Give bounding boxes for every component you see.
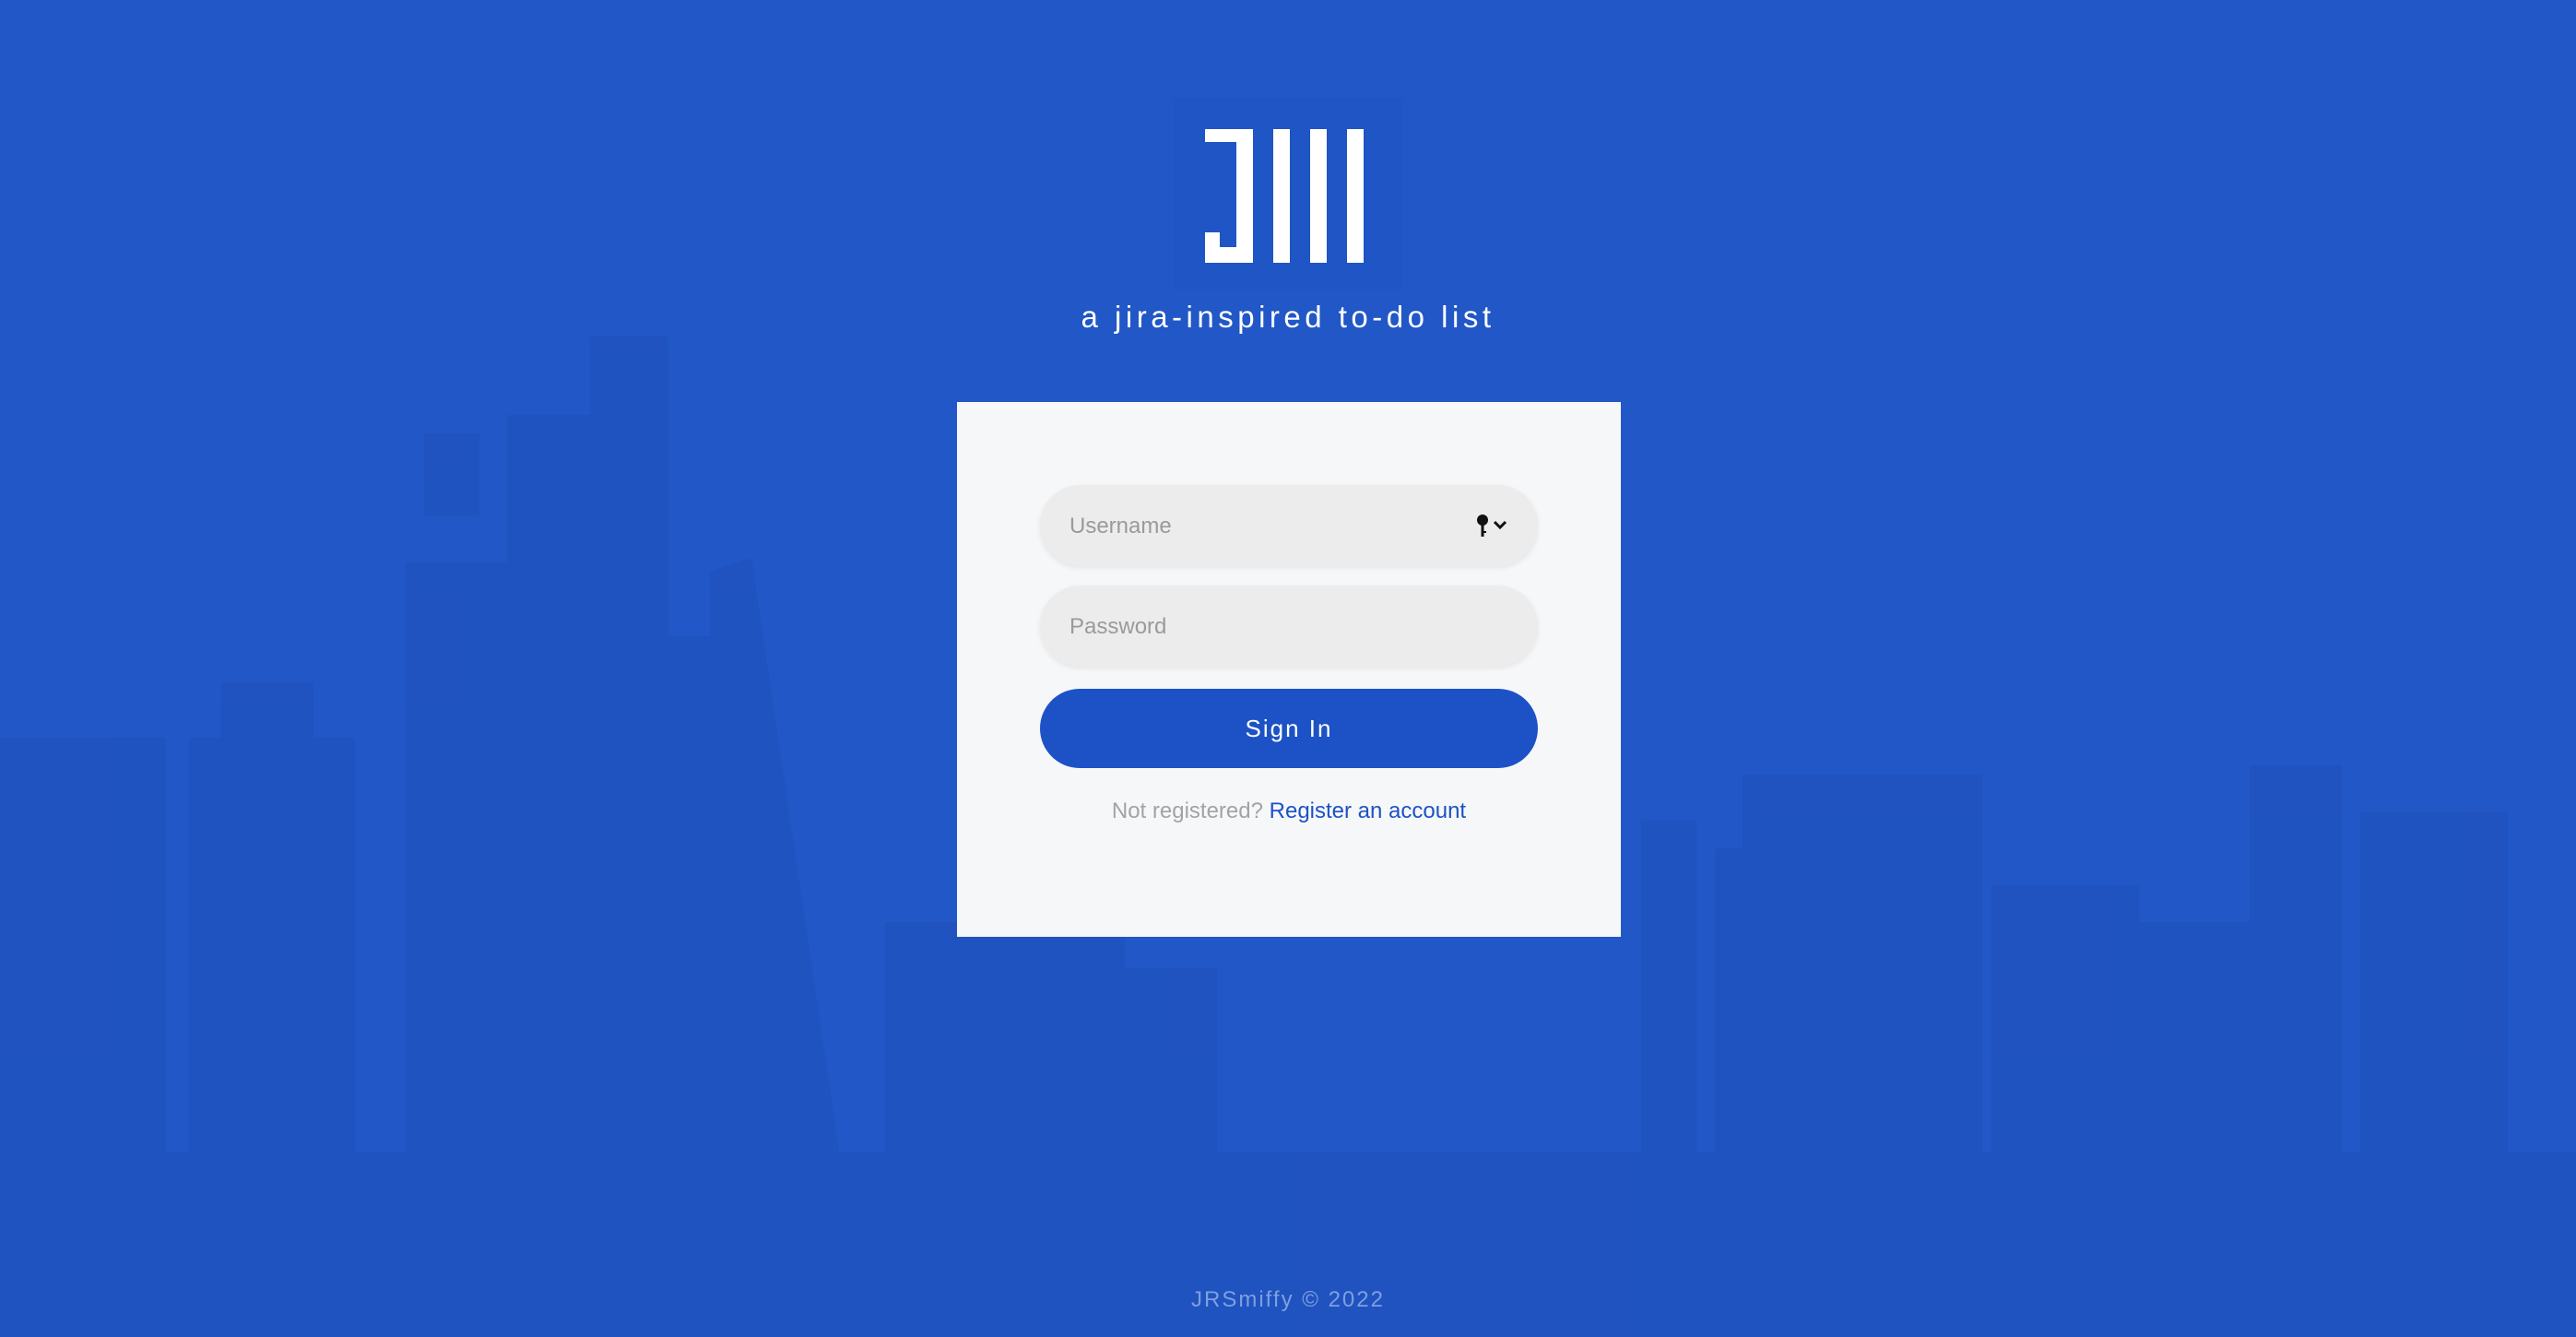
register-prompt-text: Not registered?	[1111, 799, 1263, 823]
footer-copyright: JRSmiffy © 2022	[1191, 1287, 1385, 1312]
key-dropdown-icon[interactable]	[1473, 513, 1510, 538]
password-field-container	[1040, 586, 1538, 668]
username-field-container	[1040, 485, 1538, 568]
password-input[interactable]	[1068, 586, 1477, 668]
username-input[interactable]	[1068, 485, 1477, 568]
app-logo	[1173, 98, 1403, 290]
register-account-link[interactable]: Register an account	[1270, 799, 1466, 823]
app-tagline: a jira-inspired to-do list	[1081, 300, 1495, 334]
register-prompt-line: Not registered? Register an account	[957, 799, 1621, 824]
sign-in-button[interactable]: Sign In	[1040, 689, 1538, 768]
login-card: Sign In Not registered? Register an acco…	[957, 402, 1621, 937]
jiii-logo-icon	[1205, 129, 1364, 263]
